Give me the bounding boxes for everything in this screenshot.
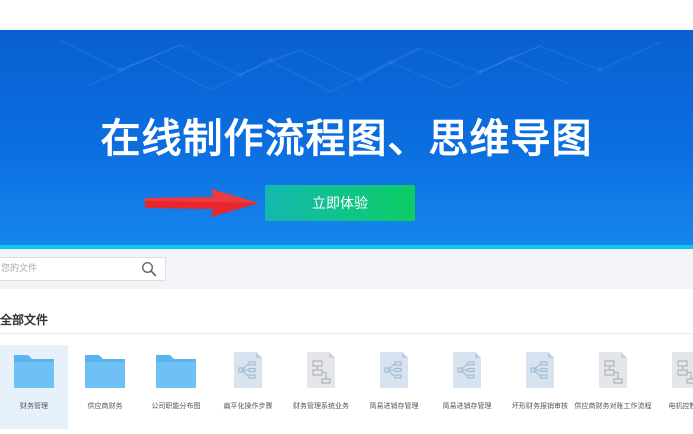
folder-icon [14,355,54,388]
search-input[interactable] [0,258,135,280]
file-label: 简易进销存管理 [369,402,419,410]
page: 在线制作流程图、思维导图 立即体验 全部文件 财务管理 [0,0,693,434]
file-label: 简易进销存管理 [442,402,492,410]
file-item[interactable]: 简易进销存管理 [433,345,501,429]
file-label: 公司职能分布图 [151,402,201,410]
file-item[interactable]: 电机控制器 [652,345,693,429]
flowchart-file-icon [599,352,627,388]
file-item[interactable]: 供应商财务对账工作流程 [575,345,652,429]
file-item[interactable]: 扁平化操作步骤 [214,345,282,429]
mindmap-file-icon [526,352,554,388]
top-bar [0,0,693,30]
file-item[interactable]: 公司职能分布图 [142,345,210,429]
file-item[interactable]: 供应商财务 [71,345,139,429]
mindmap-file-icon [234,352,262,388]
file-item[interactable]: 财务管理系统业务 [287,345,355,429]
mindmap-file-icon [380,352,408,388]
red-arrow-icon [145,189,259,217]
file-label: 供应商财务对账工作流程 [574,402,652,410]
files-heading: 全部文件 [0,313,49,327]
file-label: 供应商财务 [87,402,123,410]
folder-icon [156,355,196,388]
search-icon[interactable] [141,261,157,277]
files-panel: 全部文件 财务管理 供应商财务 公司职能分布图 扁平化操作步骤 财务管理系统业务… [0,289,693,434]
file-label: 扁平化操作步骤 [223,402,273,410]
flowchart-file-icon [307,352,335,388]
file-item[interactable]: 坏形财务报销审核 [506,345,574,429]
file-label: 财务管理 [20,402,48,410]
file-label: 电机控制器 [668,402,693,410]
file-area: 全部文件 财务管理 供应商财务 公司职能分布图 扁平化操作步骤 [0,249,693,434]
file-label: 财务管理系统业务 [293,402,349,410]
try-now-button[interactable]: 立即体验 [265,185,415,221]
file-label: 坏形财务报销审核 [512,402,568,410]
hero-title: 在线制作流程图、思维导图 [100,116,593,162]
mindmap-file-icon [453,352,481,388]
divider [0,333,693,334]
file-item[interactable]: 财务管理 [0,345,68,429]
search-box [0,257,166,281]
file-item[interactable]: 简易进销存管理 [360,345,428,429]
folder-icon [85,355,125,388]
hero-banner: 在线制作流程图、思维导图 立即体验 [0,30,693,248]
file-grid: 财务管理 供应商财务 公司职能分布图 扁平化操作步骤 财务管理系统业务 简易进销… [0,345,693,434]
flowchart-file-icon [672,352,693,388]
